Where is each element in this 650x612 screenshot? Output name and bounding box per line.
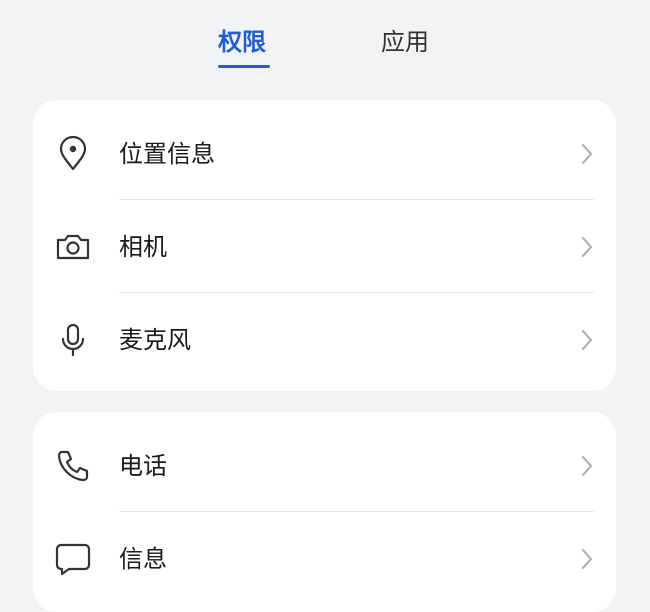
- chevron-right-icon: [580, 143, 594, 165]
- list-item-label: 相机: [119, 232, 167, 261]
- list-item-location[interactable]: 位置信息: [33, 107, 616, 200]
- chevron-right-icon: [580, 548, 594, 570]
- tab-permissions[interactable]: 权限: [218, 24, 266, 60]
- tab-apps[interactable]: 应用: [381, 24, 429, 60]
- list-item-messages[interactable]: 信息: [33, 512, 616, 605]
- chevron-right-icon: [580, 329, 594, 351]
- phone-icon: [53, 446, 93, 486]
- list-item-microphone[interactable]: 麦克风: [33, 293, 616, 386]
- permission-group-1: 位置信息 相机 麦克风: [33, 100, 616, 391]
- chevron-right-icon: [580, 236, 594, 258]
- tab-bar: 权限 应用: [0, 0, 650, 80]
- list-item-camera[interactable]: 相机: [33, 200, 616, 293]
- message-icon: [53, 539, 93, 579]
- list-item-phone[interactable]: 电话: [33, 419, 616, 512]
- camera-icon: [53, 227, 93, 267]
- list-item-label: 位置信息: [119, 139, 215, 168]
- location-pin-icon: [53, 134, 93, 174]
- list-item-label: 电话: [119, 451, 167, 480]
- chevron-right-icon: [580, 455, 594, 477]
- permission-group-2: 电话 信息: [33, 412, 616, 612]
- list-item-label: 麦克风: [119, 325, 191, 354]
- microphone-icon: [53, 320, 93, 360]
- active-tab-indicator: [218, 65, 270, 68]
- list-item-label: 信息: [119, 544, 167, 573]
